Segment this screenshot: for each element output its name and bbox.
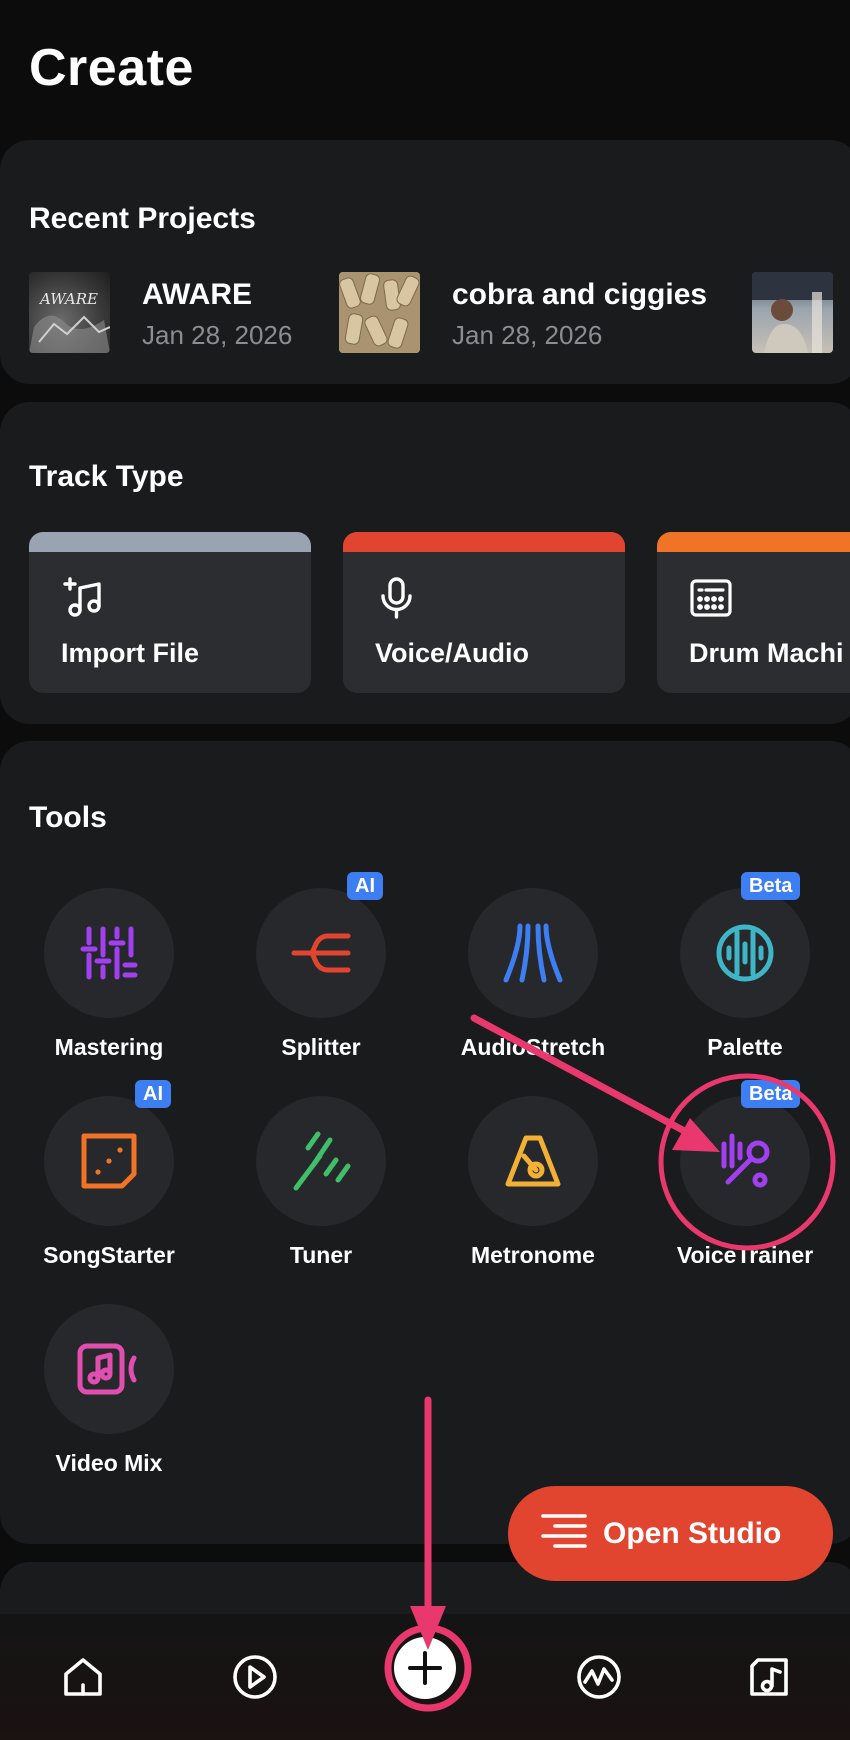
tool-tuner[interactable]: Tuner — [221, 1096, 421, 1286]
project-thumbnail: AWARE — [29, 272, 110, 353]
voicetrainer-icon — [680, 1096, 810, 1226]
tools-card: Tools Mastering Splitter AI AudioStretch… — [0, 741, 850, 1544]
track-label: Voice/Audio — [375, 638, 530, 668]
mastering-icon — [44, 888, 174, 1018]
home-icon[interactable] — [58, 1652, 108, 1702]
video-mix-icon — [44, 1304, 174, 1434]
tool-voicetrainer[interactable]: VoiceTrainer Beta — [645, 1080, 845, 1286]
tool-palette[interactable]: Palette Beta — [645, 872, 845, 1078]
tool-video-mix[interactable]: Video Mix — [9, 1304, 209, 1494]
activity-icon[interactable] — [574, 1652, 624, 1702]
tool-label: Mastering — [54, 1034, 164, 1060]
tool-metronome[interactable]: Metronome — [433, 1096, 633, 1286]
tool-label: Palette — [707, 1034, 783, 1060]
tool-songstarter[interactable]: SongStarter AI — [9, 1080, 209, 1286]
project-thumbnail — [752, 272, 833, 353]
tool-label: Splitter — [281, 1034, 361, 1060]
tuner-icon — [256, 1096, 386, 1226]
recent-project-aware[interactable]: AWARE AWARE Jan 28, 2026 — [29, 272, 309, 354]
open-studio-button[interactable]: Open Studio — [508, 1486, 833, 1581]
track-color-bar — [29, 532, 311, 552]
tools-title: Tools — [29, 801, 107, 834]
palette-icon — [680, 888, 810, 1018]
tool-mastering[interactable]: Mastering — [9, 888, 209, 1078]
track-type-card: Track Type Import File Voice/Audio Drum … — [0, 402, 850, 724]
tool-label: Video Mix — [55, 1450, 163, 1476]
audiostretch-icon — [468, 888, 598, 1018]
beta-badge: Beta — [741, 872, 801, 900]
track-import-file[interactable]: Import File — [29, 532, 311, 693]
track-voice-audio[interactable]: Voice/Audio — [343, 532, 625, 693]
microphone-icon — [375, 576, 419, 620]
plus-icon[interactable] — [394, 1637, 456, 1699]
tool-label: Tuner — [289, 1242, 353, 1268]
recent-project-third[interactable] — [752, 272, 850, 354]
recent-projects-title: Recent Projects — [29, 202, 256, 235]
track-color-bar — [657, 532, 850, 552]
project-date: Jan 28, 2026 — [452, 320, 603, 350]
project-name: cobra and ciggies — [452, 278, 708, 311]
track-label: Import File — [61, 638, 200, 668]
tool-splitter[interactable]: Splitter AI — [221, 872, 421, 1078]
recent-projects-card: Recent Projects AWARE AWARE Jan 28, 2026 — [0, 140, 850, 384]
ai-badge: AI — [135, 1080, 171, 1108]
import-file-icon — [61, 576, 105, 620]
metronome-icon — [468, 1096, 598, 1226]
splitter-icon — [256, 888, 386, 1018]
beta-badge: Beta — [741, 1080, 801, 1108]
track-color-bar — [343, 532, 625, 552]
tool-label: AudioStretch — [460, 1034, 606, 1060]
tool-audiostretch[interactable]: AudioStretch — [433, 888, 633, 1078]
library-icon[interactable] — [746, 1652, 796, 1702]
open-studio-label: Open Studio — [603, 1516, 782, 1550]
tool-label: Metronome — [471, 1242, 595, 1268]
tool-label: SongStarter — [43, 1242, 175, 1268]
track-label: Drum Machi — [689, 638, 844, 668]
songstarter-icon — [44, 1096, 174, 1226]
track-type-title: Track Type — [29, 460, 184, 493]
studio-lines-icon — [541, 1513, 587, 1554]
track-drum-machine[interactable]: Drum Machi — [657, 532, 850, 693]
ai-badge: AI — [347, 872, 383, 900]
svg-text:AWARE: AWARE — [38, 290, 98, 308]
project-thumbnail — [339, 272, 420, 353]
page-title: Create — [29, 39, 194, 97]
project-name: AWARE — [142, 278, 253, 311]
drum-machine-icon — [689, 576, 733, 620]
play-icon[interactable] — [230, 1652, 280, 1702]
recent-project-cobra-and-ciggies[interactable]: cobra and ciggies Jan 28, 2026 — [339, 272, 707, 354]
project-date: Jan 28, 2026 — [142, 320, 293, 350]
tool-label: VoiceTrainer — [676, 1242, 814, 1268]
